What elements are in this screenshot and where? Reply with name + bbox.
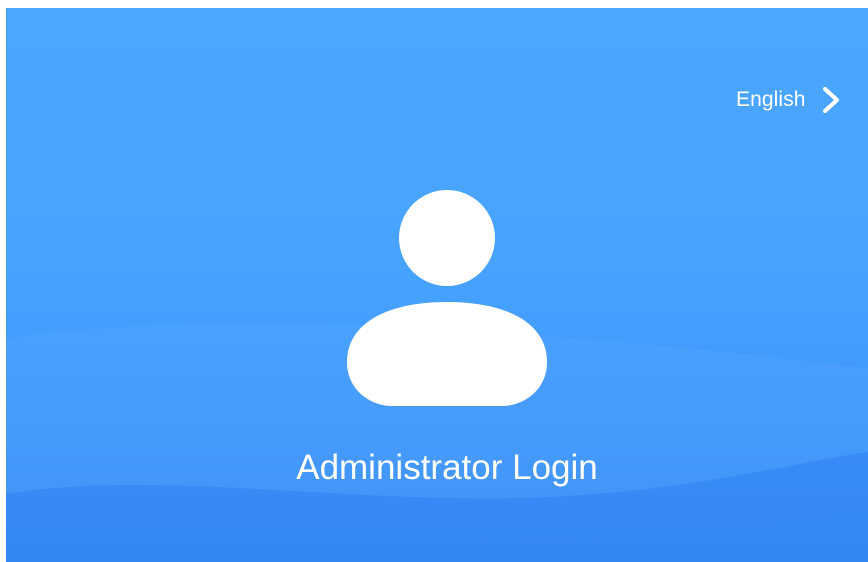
login-screen: English Administrator Login	[0, 0, 868, 562]
user-icon-head	[399, 190, 495, 286]
chevron-right-icon	[822, 86, 839, 114]
user-icon-body	[347, 302, 547, 406]
user-icon	[347, 190, 547, 406]
login-panel: English Administrator Login	[6, 8, 868, 562]
page-title: Administrator Login	[296, 448, 598, 487]
language-switcher[interactable]: English	[736, 80, 844, 120]
language-label: English	[736, 88, 806, 111]
